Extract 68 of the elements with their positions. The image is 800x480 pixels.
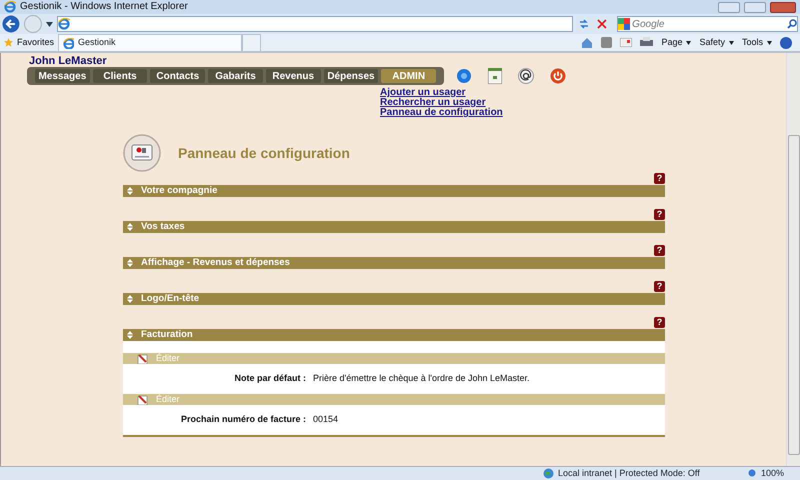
- caret-icon[interactable]: [767, 40, 772, 44]
- power-icon[interactable]: [550, 68, 566, 84]
- help-icon[interactable]: ?: [654, 173, 665, 184]
- nav-tab[interactable]: Messages: [35, 69, 90, 83]
- admin-link[interactable]: Panneau de configuration: [380, 108, 503, 118]
- minimize-button[interactable]: [718, 2, 740, 12]
- section-header[interactable]: Facturation: [123, 329, 665, 341]
- section-header[interactable]: Vos taxes: [123, 221, 665, 233]
- nav-tab[interactable]: Contacts: [150, 69, 206, 83]
- command-menu[interactable]: Page: [661, 36, 682, 50]
- sort-arrows-icon: [127, 259, 133, 267]
- mail-icon[interactable]: [620, 38, 632, 47]
- dropdown-caret-icon[interactable]: [46, 22, 53, 26]
- help-icon[interactable]: ?: [654, 317, 665, 328]
- nav-tab[interactable]: Revenus: [266, 69, 321, 83]
- window-title: Gestionik - Windows Internet Explorer: [20, 0, 188, 14]
- search-field[interactable]: Google: [617, 16, 798, 32]
- search-icon[interactable]: [787, 19, 797, 29]
- field-value: Prière d'émettre le chèque à l'ordre de John LeMaster.: [313, 372, 530, 386]
- close-button[interactable]: [770, 2, 796, 12]
- command-menu[interactable]: Tools: [742, 36, 763, 50]
- search-provider-icon: [618, 18, 630, 30]
- field-value: 00154: [313, 413, 338, 426]
- admin-link[interactable]: Rechercher un usager: [380, 98, 486, 108]
- nav-tab[interactable]: Gabarits: [208, 69, 263, 83]
- caret-icon[interactable]: [686, 40, 692, 44]
- pencil-icon: [137, 353, 148, 364]
- help-icon[interactable]: ?: [654, 245, 665, 256]
- home-icon[interactable]: [581, 37, 594, 48]
- zoom-control[interactable]: 100%: [748, 467, 784, 480]
- nav-tab[interactable]: Clients: [92, 69, 148, 83]
- caret-icon[interactable]: [728, 40, 734, 44]
- admin-link[interactable]: Ajouter un usager: [380, 88, 466, 98]
- field-label: Prochain numéro de facture :: [180, 413, 306, 426]
- address-field[interactable]: [56, 16, 574, 32]
- field-label: Note par défaut :: [233, 372, 306, 386]
- pencil-icon: [137, 394, 148, 405]
- page-icon: [58, 18, 70, 30]
- scrollbar-thumb[interactable]: [788, 135, 800, 455]
- status-text: Local intranet | Protected Mode: Off: [558, 467, 700, 480]
- globe-icon: [543, 468, 554, 479]
- search-placeholder: Google: [631, 18, 666, 32]
- sort-arrows-icon: [127, 331, 133, 339]
- sort-arrows-icon: [127, 223, 133, 231]
- section-header[interactable]: Logo/En-tête: [123, 293, 665, 305]
- page-icon: [63, 38, 74, 48]
- page-title: Panneau de configuration: [178, 144, 350, 162]
- sort-arrows-icon: [127, 187, 133, 195]
- control-panel-icon: [123, 134, 161, 172]
- help-icon[interactable]: ?: [654, 281, 665, 292]
- sort-arrows-icon: [127, 295, 133, 303]
- favorites-button[interactable]: Favorites: [0, 36, 58, 50]
- section-header[interactable]: Affichage - Revenus et dépenses: [123, 257, 665, 269]
- help-icon[interactable]: ?: [654, 209, 665, 220]
- printer-icon[interactable]: [640, 37, 654, 48]
- user-name: John LeMaster: [29, 54, 108, 67]
- stop-button[interactable]: [595, 17, 610, 31]
- email-icon[interactable]: [518, 68, 534, 84]
- calendar-icon[interactable]: [488, 68, 502, 84]
- restore-button[interactable]: [744, 2, 766, 12]
- back-button[interactable]: [2, 15, 20, 33]
- command-menu[interactable]: Safety: [699, 36, 725, 50]
- browser-logo-icon: [4, 1, 16, 13]
- scrollbar[interactable]: [786, 53, 800, 466]
- browser-tab[interactable]: Gestionik: [58, 34, 242, 51]
- star-icon: [4, 37, 13, 48]
- section-header[interactable]: Votre compagnie: [123, 185, 665, 197]
- nav-tab[interactable]: Dépenses: [324, 69, 378, 83]
